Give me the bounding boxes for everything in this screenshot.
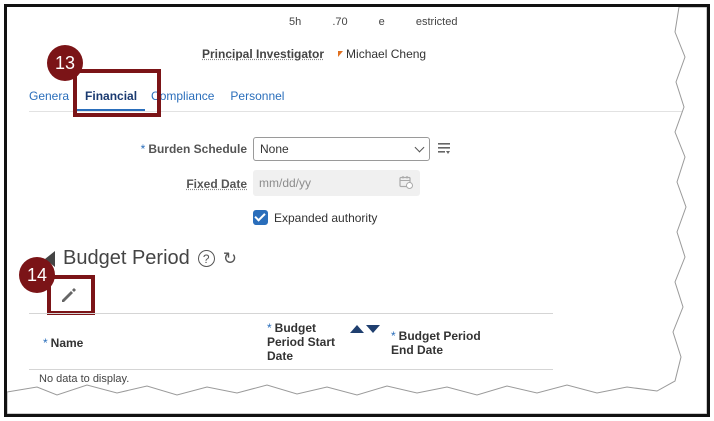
callout-box-13 <box>73 69 161 117</box>
truncated-text: e <box>378 16 385 28</box>
table-header-divider <box>29 369 553 370</box>
empty-table-message: No data to display. <box>39 373 130 385</box>
truncated-text: estricted <box>415 16 458 28</box>
sort-control[interactable] <box>350 325 380 333</box>
app-screenshot: 5h .70 e estricted Principal Investigato… <box>7 7 707 414</box>
sort-descending-icon[interactable] <box>366 325 380 333</box>
column-start-line3: Date <box>267 349 294 363</box>
required-marker: * <box>267 321 272 335</box>
table-top-divider <box>29 313 553 314</box>
refresh-icon[interactable]: ↻ <box>223 249 237 269</box>
chevron-down-icon <box>414 142 425 152</box>
pencil-icon[interactable] <box>59 286 77 304</box>
screenshot-frame: 5h .70 e estricted Principal Investigato… <box>4 4 710 417</box>
burden-schedule-label-text: Burden Schedule <box>148 142 247 156</box>
column-start-line1: * Budget <box>267 321 335 335</box>
flag-icon <box>338 51 344 57</box>
tab-general[interactable]: Genera <box>29 89 77 103</box>
column-name-label: Name <box>50 336 84 350</box>
required-marker: * <box>391 329 396 343</box>
truncated-text: 5h <box>289 16 302 28</box>
fixed-date-field[interactable]: mm/dd/yy <box>253 170 420 196</box>
callout-badge-14: 14 <box>19 257 55 293</box>
column-header-name[interactable]: * Name <box>43 336 83 350</box>
burden-schedule-value: None <box>260 142 289 156</box>
tab-personnel[interactable]: Personnel <box>222 89 292 103</box>
truncated-header-row: 5h .70 e estricted <box>289 16 485 28</box>
column-start-line2: Period Start <box>267 335 336 349</box>
principal-investigator-value[interactable]: Michael Cheng <box>346 47 426 61</box>
truncated-text: .70 <box>332 16 348 28</box>
column-end-line1: * Budget Period <box>391 329 481 343</box>
required-marker: * <box>140 142 146 156</box>
list-icon[interactable] <box>437 141 451 155</box>
expanded-authority-checkbox[interactable] <box>253 210 268 225</box>
callout-badge-13: 13 <box>47 45 83 81</box>
expanded-authority-label: Expanded authority <box>274 210 378 225</box>
calendar-icon[interactable] <box>399 175 413 189</box>
help-icon[interactable]: ? <box>197 250 215 267</box>
column-header-start-date[interactable]: * Budget Period Start Date <box>267 321 335 363</box>
expanded-authority-row: Expanded authority <box>253 210 377 225</box>
burden-schedule-label: * Burden Schedule <box>127 142 247 156</box>
burden-schedule-select[interactable]: None <box>253 137 430 161</box>
principal-investigator-label: Principal Investigator <box>202 47 325 61</box>
sort-ascending-icon[interactable] <box>350 325 364 333</box>
principal-investigator-row: Principal Investigator Michael Cheng <box>202 47 426 61</box>
required-marker: * <box>43 336 48 350</box>
budget-period-header: Budget Period ? ↻ <box>45 247 237 270</box>
column-start-text: Budget <box>274 321 316 335</box>
column-header-end-date[interactable]: * Budget Period End Date <box>391 329 481 357</box>
column-end-line2: End Date <box>391 343 444 357</box>
budget-period-title: Budget Period <box>63 247 190 269</box>
fixed-date-label: Fixed Date <box>186 177 247 191</box>
column-end-text: Budget Period <box>398 329 481 343</box>
